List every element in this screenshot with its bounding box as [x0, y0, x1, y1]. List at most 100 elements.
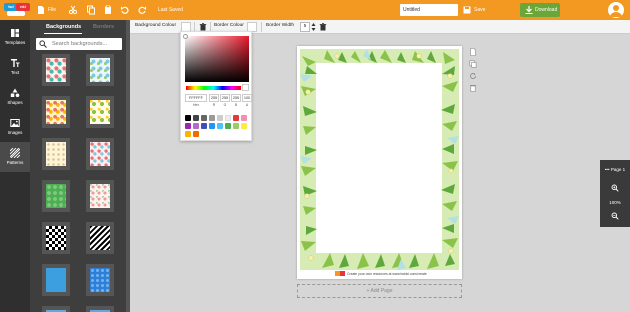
duplicate-page-icon[interactable] [469, 60, 477, 68]
download-button[interactable]: Download [520, 3, 560, 17]
g-field[interactable]: 255 [220, 94, 230, 102]
rail-item-text[interactable]: Text [0, 52, 30, 82]
copy-icon[interactable] [86, 5, 96, 15]
background-thumbnail[interactable] [42, 96, 70, 128]
picker-handle[interactable] [183, 34, 188, 39]
shapes-icon [10, 88, 20, 98]
background-thumbnail[interactable] [86, 54, 114, 86]
preset-swatch[interactable] [217, 115, 223, 121]
background-thumbnail[interactable] [86, 264, 114, 296]
search-icon [39, 40, 47, 48]
canvas-page[interactable]: Create your own resources at www.twinkl.… [297, 46, 462, 279]
hue-slider[interactable] [186, 86, 241, 90]
preset-swatch[interactable] [209, 123, 215, 129]
preset-swatch[interactable] [193, 131, 199, 137]
b-field[interactable]: 255 [231, 94, 241, 102]
background-thumbnail[interactable] [42, 180, 70, 212]
background-thumbnail[interactable] [42, 54, 70, 86]
patterns-icon [10, 148, 20, 158]
a-field[interactable]: 100 [242, 94, 252, 102]
border-colour-label: Border Colour [214, 23, 244, 28]
rail-label: Images [7, 130, 23, 135]
active-tab-underline [44, 33, 82, 34]
saturation-value-area[interactable] [185, 36, 249, 82]
preset-swatch[interactable] [233, 123, 239, 129]
save-icon[interactable] [462, 5, 472, 15]
download-label: Download [535, 7, 558, 13]
background-thumbnail[interactable] [42, 222, 70, 254]
preset-swatch[interactable] [193, 123, 199, 129]
document-title-input[interactable] [400, 4, 458, 16]
refresh-icon[interactable] [469, 72, 477, 80]
user-avatar[interactable] [608, 2, 624, 18]
preset-swatch[interactable] [225, 123, 231, 129]
panel-scrollbar[interactable] [126, 20, 130, 312]
trash-icon[interactable] [319, 23, 327, 31]
top-bar: twi nkl File Last Saved Save Download [0, 0, 630, 20]
background-thumbnail[interactable] [42, 264, 70, 296]
r-field[interactable]: 255 [209, 94, 219, 102]
templates-icon [11, 29, 19, 37]
rail-item-patterns[interactable]: Patterns [0, 142, 30, 172]
preset-swatch[interactable] [233, 115, 239, 121]
preset-swatch[interactable] [193, 115, 199, 121]
background-thumbnail[interactable] [86, 180, 114, 212]
twinkl-logo[interactable]: twi nkl [4, 3, 30, 17]
g-label: G [223, 103, 227, 107]
tab-backgrounds[interactable]: Backgrounds [46, 24, 81, 30]
preset-swatch[interactable] [217, 123, 223, 129]
preset-swatch[interactable] [241, 123, 247, 129]
background-thumbnail[interactable] [86, 222, 114, 254]
border-width-input[interactable]: 5 [300, 22, 310, 32]
background-colour-label: Background Colour [135, 23, 177, 28]
preset-swatch[interactable] [209, 115, 215, 121]
hex-label: Hex [192, 103, 200, 107]
preset-swatch[interactable] [185, 115, 191, 121]
zoom-panel: ••• Page 1 100% [600, 160, 630, 227]
preset-swatch[interactable] [225, 115, 231, 121]
trash-icon[interactable] [199, 23, 207, 31]
background-thumbnail[interactable] [42, 138, 70, 170]
undo-icon[interactable] [120, 5, 130, 15]
background-thumbnail[interactable] [86, 96, 114, 128]
new-page-icon[interactable] [469, 48, 477, 56]
rail-item-templates[interactable]: Templates [0, 22, 30, 52]
r-label: R [212, 103, 216, 107]
background-thumbnail[interactable] [42, 306, 70, 312]
b-label: B [234, 103, 238, 107]
preset-swatch[interactable] [241, 115, 247, 121]
preset-swatch[interactable] [185, 131, 191, 137]
file-menu[interactable]: File [48, 5, 56, 15]
zoom-out-icon[interactable] [611, 212, 619, 220]
preset-swatch[interactable] [201, 115, 207, 121]
save-button[interactable]: Save [474, 5, 485, 15]
background-thumbnail[interactable] [86, 138, 114, 170]
preset-swatch[interactable] [201, 123, 207, 129]
paste-icon[interactable] [103, 5, 113, 15]
tool-rail: Templates Text Shapes Images Patterns [0, 20, 30, 312]
add-page-button[interactable]: + Add Page [297, 284, 462, 298]
redo-icon[interactable] [137, 5, 147, 15]
colour-picker-popup: FFFFFF 255 255 255 100 Hex R G B A [180, 31, 252, 141]
preset-swatch[interactable] [185, 123, 191, 129]
zoom-in-icon[interactable] [611, 184, 619, 192]
file-icon[interactable] [36, 5, 46, 15]
page-indicator[interactable]: ••• Page 1 [600, 167, 630, 172]
tab-borders[interactable]: Borders [93, 24, 114, 30]
rail-label: Shapes [7, 100, 23, 105]
rail-label: Patterns [6, 160, 24, 165]
delete-page-icon[interactable] [469, 84, 477, 92]
rail-label: Templates [4, 40, 26, 45]
zoom-level: 100% [609, 200, 621, 205]
rail-item-shapes[interactable]: Shapes [0, 82, 30, 112]
stepper-arrows-icon[interactable] [311, 22, 316, 32]
current-colour-preview [242, 84, 249, 91]
hex-field[interactable]: FFFFFF [185, 94, 207, 102]
backgrounds-panel: Backgrounds Borders [30, 20, 130, 312]
more-icon: ••• [604, 167, 610, 172]
scissors-icon[interactable] [68, 5, 78, 15]
rail-item-images[interactable]: Images [0, 112, 30, 142]
search-input[interactable] [36, 38, 122, 50]
background-thumbnail[interactable] [86, 306, 114, 312]
leaf-border-decoration [300, 49, 459, 270]
